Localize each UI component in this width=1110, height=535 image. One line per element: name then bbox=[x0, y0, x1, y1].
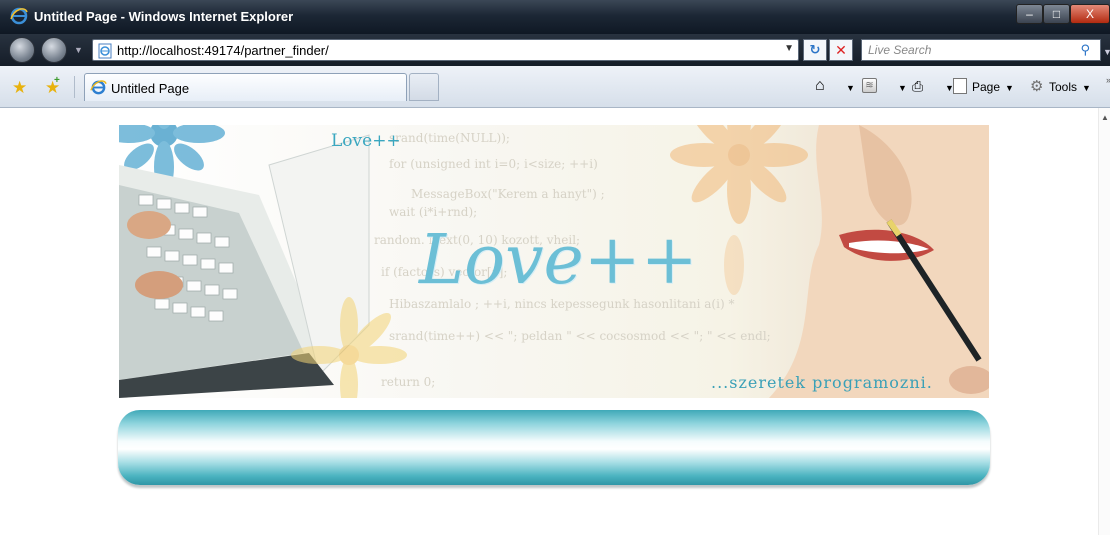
home-dropdown-icon[interactable]: ▼ bbox=[841, 80, 855, 94]
tab-command-bar: ★ ★ + Untitled Page ⌂ ▼ ≋ ▼ ⎙ ▼ Page ▼ ⚙ T… bbox=[0, 66, 1110, 108]
back-button[interactable] bbox=[9, 37, 35, 63]
logo-small-text: Love++ bbox=[331, 131, 401, 151]
more-commands-chevron-icon[interactable]: » bbox=[1106, 75, 1110, 85]
page-menu-icon[interactable] bbox=[953, 78, 967, 94]
maximize-button[interactable]: □ bbox=[1043, 4, 1070, 24]
add-favorites-icon[interactable]: ★ + bbox=[45, 75, 60, 98]
vertical-scrollbar[interactable]: ▲ bbox=[1098, 108, 1110, 535]
search-placeholder[interactable]: Live Search bbox=[868, 43, 931, 57]
address-dropdown-icon[interactable]: ▼ bbox=[784, 43, 794, 54]
tab-label[interactable]: Untitled Page bbox=[111, 81, 189, 96]
feeds-icon[interactable]: ≋ bbox=[862, 78, 877, 93]
page-viewport: srand(time(NULL)); for (unsigned int i=0… bbox=[0, 108, 1098, 535]
code-line: MessageBox("Kerem a hanyt") ; bbox=[411, 187, 605, 201]
feeds-dropdown-icon[interactable]: ▼ bbox=[893, 80, 907, 94]
browser-window: Untitled Page - Windows Internet Explore… bbox=[0, 0, 1110, 535]
minimize-button[interactable]: – bbox=[1016, 4, 1043, 24]
stop-icon[interactable]: ✕ bbox=[829, 39, 853, 61]
window-title: Untitled Page - Windows Internet Explore… bbox=[34, 9, 294, 24]
close-button[interactable]: X bbox=[1070, 4, 1110, 24]
ie-logo-icon bbox=[10, 7, 28, 25]
home-icon[interactable]: ⌂ bbox=[815, 77, 825, 95]
address-bar[interactable]: http://localhost:49174/partner_finder/ ▼ bbox=[92, 39, 799, 61]
address-url[interactable]: http://localhost:49174/partner_finder/ bbox=[117, 43, 329, 58]
banner-tagline: ...szeretek programozni. bbox=[711, 373, 933, 392]
print-dropdown-icon[interactable]: ▼ bbox=[940, 80, 954, 94]
ie-tab-icon bbox=[90, 80, 107, 95]
title-bar: Untitled Page - Windows Internet Explore… bbox=[0, 0, 1110, 34]
tools-menu-label[interactable]: Tools bbox=[1049, 80, 1077, 94]
refresh-icon[interactable]: ↻ bbox=[803, 39, 827, 61]
code-line: srand(time++) << "; peldan " << cocsosmo… bbox=[389, 329, 771, 343]
search-icon[interactable]: ⚲ bbox=[1080, 42, 1090, 58]
new-tab-button[interactable] bbox=[409, 73, 439, 101]
navigation-band bbox=[118, 410, 990, 485]
tools-menu[interactable]: Tools ▼ bbox=[1049, 80, 1091, 94]
tab-untitled-page[interactable]: Untitled Page bbox=[84, 73, 407, 101]
woman-face-image bbox=[769, 125, 989, 398]
scroll-up-arrow-icon[interactable]: ▲ bbox=[1101, 113, 1109, 122]
header-banner: srand(time(NULL)); for (unsigned int i=0… bbox=[119, 125, 989, 398]
code-line: srand(time(NULL)); bbox=[389, 131, 510, 145]
search-options-dropdown-icon[interactable]: ▼ bbox=[1103, 47, 1110, 57]
page-menu[interactable]: Page ▼ bbox=[972, 80, 1014, 94]
print-icon[interactable]: ⎙ bbox=[912, 78, 923, 95]
code-line: return 0; bbox=[381, 375, 436, 389]
page-icon bbox=[98, 43, 112, 59]
gear-icon[interactable]: ⚙ bbox=[1030, 77, 1043, 95]
recent-pages-dropdown-icon[interactable]: ▼ bbox=[74, 45, 83, 55]
code-line: for (unsigned int i=0; i<size; ++i) bbox=[389, 157, 598, 171]
search-box[interactable]: Live Search ⚲ bbox=[861, 39, 1101, 61]
navigation-bar: ▼ http://localhost:49174/partner_finder/… bbox=[0, 34, 1110, 66]
forward-button[interactable] bbox=[41, 37, 67, 63]
code-line: wait (i*i+rnd); bbox=[389, 205, 478, 219]
favorites-star-icon[interactable]: ★ bbox=[12, 78, 27, 98]
divider bbox=[74, 76, 75, 98]
page-menu-label[interactable]: Page bbox=[972, 80, 1000, 94]
logo-title: Love++ bbox=[419, 221, 698, 300]
